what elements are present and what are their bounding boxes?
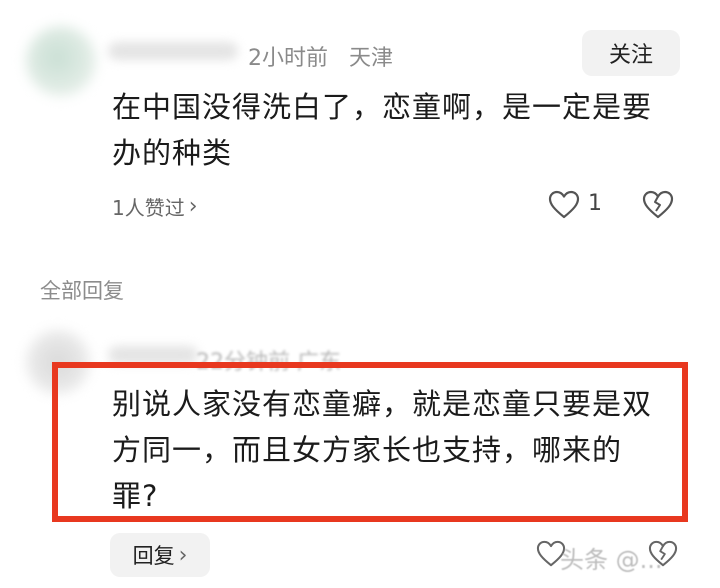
chevron-right-icon: › <box>188 194 198 219</box>
reply-dislike-button[interactable] <box>648 540 678 568</box>
follow-button[interactable]: 关注 <box>582 30 680 76</box>
comment-text: 在中国没得洗白了，恋童啊，是一定是要 办的种类 <box>112 84 692 176</box>
like-count: 1 <box>588 191 602 216</box>
broken-heart-icon <box>648 540 678 567</box>
comment-meta: 2小时前 天津 <box>248 40 393 72</box>
username-blurred[interactable] <box>108 42 238 60</box>
reply-button[interactable]: 回复 › <box>110 533 210 577</box>
comment-text-line: 办的种类 <box>112 136 233 170</box>
follow-button-label: 关注 <box>608 43 653 68</box>
comment-time: 2小时前 <box>248 46 328 71</box>
comment-location: 天津 <box>349 46 394 71</box>
likes-summary-text: 1人赞过 <box>112 196 185 220</box>
broken-heart-icon <box>642 190 674 219</box>
dislike-button[interactable] <box>642 190 674 220</box>
like-button[interactable] <box>548 190 580 220</box>
avatar[interactable] <box>26 26 96 96</box>
heart-outline-icon <box>548 190 580 219</box>
reply-button-label: 回复 <box>132 544 175 568</box>
comment-text-line: 在中国没得洗白了，恋童啊，是一定是要 <box>112 90 653 124</box>
chevron-right-icon: › <box>178 542 188 568</box>
likes-summary-link[interactable]: 1人赞过 › <box>112 192 198 221</box>
red-highlight-box <box>52 362 688 522</box>
all-replies-title: 全部回复 <box>40 279 124 303</box>
